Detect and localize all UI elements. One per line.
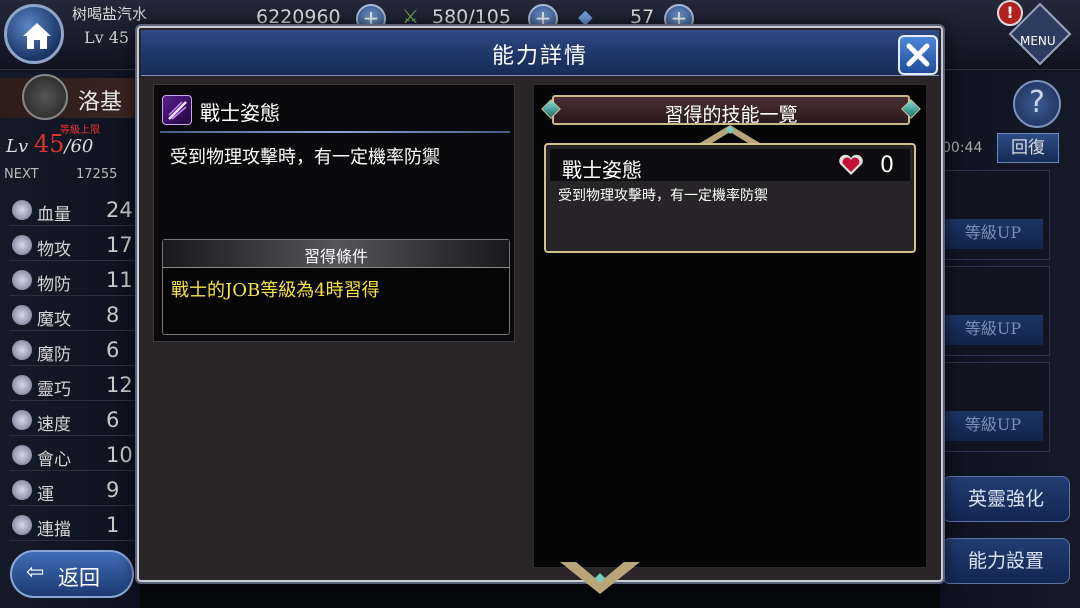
stat-value: 1 <box>106 513 120 537</box>
stat-name: 魔攻 <box>37 310 71 330</box>
stat-icon <box>12 305 32 325</box>
stat-row: 魔防 6 <box>10 336 138 366</box>
next-exp-value: 17255 <box>76 167 118 182</box>
gem-icon: ◆ <box>578 6 593 28</box>
home-button[interactable] <box>4 4 64 64</box>
stat-name: 物防 <box>37 275 71 295</box>
stat-icon <box>12 340 32 360</box>
stat-row: 血量 24 <box>10 196 138 226</box>
stat-value: 24 <box>106 198 133 222</box>
recovery-timer: 00:44 <box>942 140 983 156</box>
card-count: 0 <box>880 153 894 178</box>
character-level: Lv 45/60 <box>6 130 93 158</box>
dialog-title: 能力詳情 <box>491 44 588 69</box>
level-current: 45 <box>33 130 65 158</box>
stat-value: 17 <box>106 233 133 257</box>
learned-skill-card[interactable]: 戰士姿態 0 受到物理攻擊時，有一定機率防禦 <box>544 143 916 253</box>
next-exp-row: NEXT 17255 <box>4 167 124 182</box>
level-up-button[interactable]: 等級UP <box>943 315 1043 345</box>
divider <box>160 131 510 133</box>
ability-slot: 等級UP <box>942 266 1050 356</box>
next-label: NEXT <box>4 167 39 182</box>
stat-value: 10 <box>106 443 133 467</box>
condition-header-label: 習得條件 <box>303 247 368 266</box>
stat-name: 運 <box>37 485 54 505</box>
sword-slash-icon <box>168 101 187 120</box>
ability-slot: 等級UP <box>942 170 1050 260</box>
condition-header: 習得條件 <box>163 240 509 268</box>
stat-value: 9 <box>106 478 120 502</box>
stat-icon <box>12 200 32 220</box>
stat-value: 12 <box>106 373 133 397</box>
stat-name: 魔防 <box>37 345 71 365</box>
home-icon <box>23 23 51 49</box>
stat-value: 11 <box>106 268 133 292</box>
stat-icon <box>12 270 32 290</box>
skill-description: 受到物理攻擊時，有一定機率防禦 <box>170 147 440 168</box>
player-name: 树喝盐汽水 <box>72 5 148 23</box>
stat-row: 運9 <box>10 476 138 506</box>
level-up-button[interactable]: 等級UP <box>943 411 1043 441</box>
stat-row: 連擋 1 <box>10 511 138 541</box>
close-button[interactable] <box>898 35 938 75</box>
stat-value: 8 <box>106 303 120 327</box>
stat-icon <box>12 235 32 255</box>
gem-amount: 57 <box>630 6 655 28</box>
card-header: 戰士姿態 0 <box>550 149 910 182</box>
close-icon <box>906 43 930 67</box>
back-arrow-icon: ⇦ <box>26 560 45 585</box>
stat-name: 物攻 <box>37 240 71 260</box>
ability-setting-button[interactable]: 能力設置 <box>942 538 1070 584</box>
stat-row: 會心 10 <box>10 441 138 471</box>
stat-row: 物攻 17 <box>10 231 138 261</box>
card-skill-name: 戰士姿態 <box>562 158 642 182</box>
dialog-header: 能力詳情 <box>141 30 939 76</box>
stat-name: 會心 <box>37 450 71 470</box>
bottom-ornament-icon <box>560 562 640 594</box>
level-max: /60 <box>64 136 94 157</box>
stat-name: 連擋 <box>37 520 71 540</box>
player-level: Lv 45 <box>84 28 130 47</box>
stamina-icon: ⚔ <box>402 6 420 28</box>
skill-name: 戰士姿態 <box>200 101 280 125</box>
menu-button[interactable]: MENU <box>1008 2 1072 66</box>
recover-button[interactable]: 回復 <box>997 133 1059 163</box>
stat-icon <box>12 410 32 430</box>
skill-detail-panel: 戰士姿態 受到物理攻擊時，有一定機率防禦 習得條件 戰士的JOB等級為4時習得 <box>153 84 515 342</box>
stat-value: 6 <box>106 408 120 432</box>
stamina-amount: 580/105 <box>432 6 511 28</box>
menu-label: MENU <box>1020 34 1056 48</box>
learned-skills-panel: 習得的技能一覽 戰士姿態 0 受到物理攻擊時，有一定機率防禦 <box>533 84 927 568</box>
acquire-condition-box: 習得條件 戰士的JOB等級為4時習得 <box>162 239 510 335</box>
stat-icon <box>12 375 32 395</box>
lv-label: Lv <box>6 136 29 157</box>
help-button[interactable]: ? <box>1013 80 1061 128</box>
condition-text: 戰士的JOB等級為4時習得 <box>171 280 380 301</box>
stat-row: 靈巧 12 <box>10 371 138 401</box>
stat-name: 速度 <box>37 415 71 435</box>
back-label: 返回 <box>58 566 100 590</box>
stat-icon <box>12 480 32 500</box>
hero-enhance-button[interactable]: 英靈強化 <box>942 476 1070 522</box>
stat-row: 物防 11 <box>10 266 138 296</box>
back-button[interactable]: ⇦ 返回 <box>10 550 134 598</box>
level-up-button[interactable]: 等級UP <box>943 219 1043 249</box>
card-skill-description: 受到物理攻擊時，有一定機率防禦 <box>558 188 768 204</box>
stat-name: 靈巧 <box>37 380 71 400</box>
stat-value: 6 <box>106 338 120 362</box>
skill-icon <box>162 95 192 125</box>
ability-slot: 等級UP <box>942 362 1050 452</box>
ability-detail-dialog: 能力詳情 戰士姿態 受到物理攻擊時，有一定機率防禦 習得條件 戰士的JOB等級為… <box>137 26 943 582</box>
learned-skills-banner: 習得的技能一覽 <box>541 93 921 127</box>
banner-ornament-icon <box>700 125 760 143</box>
stat-name: 血量 <box>37 205 71 225</box>
stat-icon <box>12 445 32 465</box>
stat-icon <box>12 515 32 535</box>
character-emblem-icon <box>22 74 68 120</box>
stat-row: 速度 6 <box>10 406 138 436</box>
gold-amount: 6220960 <box>256 6 341 28</box>
character-name: 洛基 <box>78 90 123 115</box>
stat-row: 魔攻 8 <box>10 301 138 331</box>
heart-gem-icon <box>839 154 863 175</box>
